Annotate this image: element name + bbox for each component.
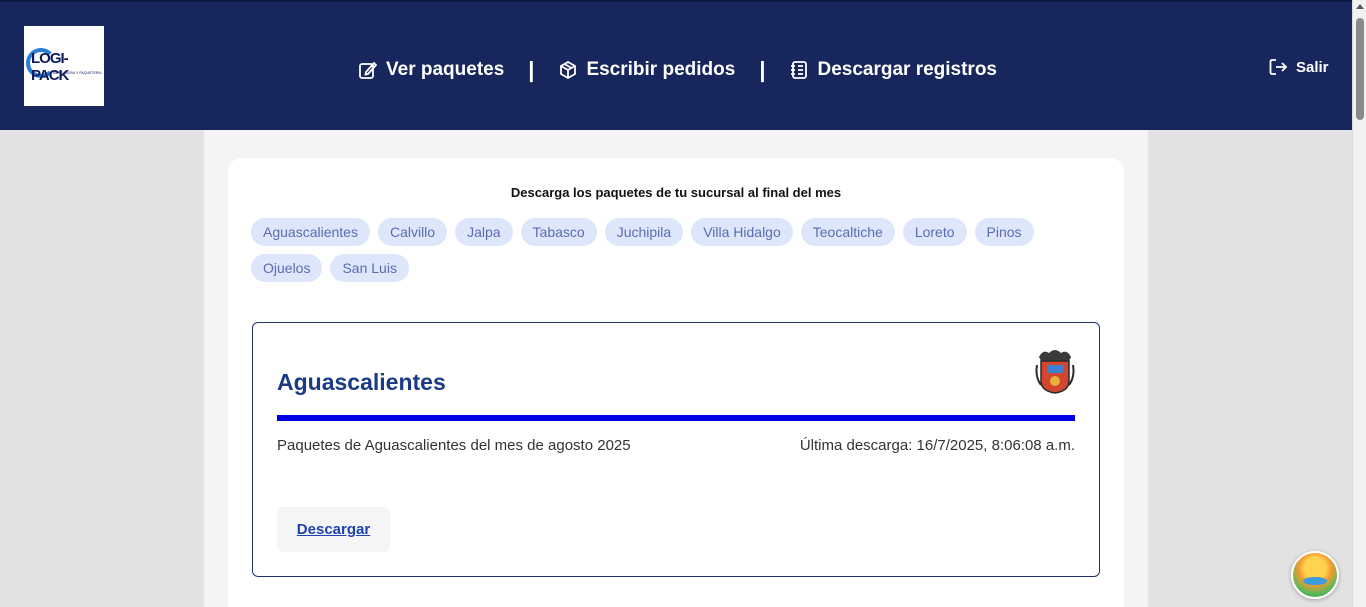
branch-detail-card: Aguascalientes Paquetes de Aguascaliente… xyxy=(252,322,1100,577)
logout-label: Salir xyxy=(1296,58,1329,76)
logo-text: LOGI-PACK xyxy=(31,50,69,84)
nav-separator: | xyxy=(759,57,766,82)
logo-mark: LOGI-PACK MENSAJERIA Y PAQUETERIA xyxy=(25,46,103,86)
branch-chip[interactable]: Loreto xyxy=(902,218,967,246)
card-title: Descarga los paquetes de tu sucursal al … xyxy=(510,185,842,200)
logi-pack-logo[interactable]: LOGI-PACK MENSAJERIA Y PAQUETERIA xyxy=(24,26,104,106)
notebook-icon xyxy=(791,61,808,79)
floating-beach-icon[interactable] xyxy=(1291,551,1339,599)
branch-chip[interactable]: Ojuelos xyxy=(251,254,323,282)
nav-descargar-registros[interactable]: Descargar registros xyxy=(789,59,997,81)
logo-subtitle: MENSAJERIA Y PAQUETERIA xyxy=(53,71,102,75)
nav-ver-paquetes[interactable]: Ver paquetes xyxy=(358,59,504,81)
scrollbar-thumb[interactable] xyxy=(1356,18,1364,120)
logout-button[interactable]: Salir xyxy=(1268,57,1329,77)
nav-separator: | xyxy=(528,57,535,82)
top-navbar: LOGI-PACK MENSAJERIA Y PAQUETERIA Ver pa… xyxy=(0,0,1352,130)
logout-icon xyxy=(1269,59,1288,75)
nav-descargar-registros-label: Descargar registros xyxy=(817,59,998,80)
nav-escribir-pedidos[interactable]: Escribir pedidos xyxy=(558,59,735,81)
nav-ver-paquetes-label: Ver paquetes xyxy=(386,59,505,80)
scroll-up-icon[interactable] xyxy=(1356,4,1364,9)
branch-chip[interactable]: Calvillo xyxy=(377,218,448,246)
download-button[interactable]: Descargar xyxy=(277,507,390,552)
branch-chip[interactable]: Aguascalientes xyxy=(251,218,370,246)
branch-divider xyxy=(277,415,1075,421)
branch-chip[interactable]: Pinos xyxy=(974,218,1034,246)
branch-chip[interactable]: Juchipila xyxy=(604,218,684,246)
main-content: Descarga los paquetes de tu sucursal al … xyxy=(204,130,1148,607)
branch-chip[interactable]: Jalpa xyxy=(455,218,513,246)
coat-of-arms-icon xyxy=(1035,350,1075,394)
vertical-scrollbar[interactable] xyxy=(1352,0,1366,607)
branch-chip[interactable]: Tabasco xyxy=(520,218,597,246)
downloads-card: Descarga los paquetes de tu sucursal al … xyxy=(228,158,1124,607)
branch-chip-list: Aguascalientes Calvillo Jalpa Tabasco Ju… xyxy=(251,218,1071,290)
branch-name: Aguascalientes xyxy=(277,369,446,395)
last-download-text: Última descarga: 16/7/2025, 8:06:08 a.m. xyxy=(799,437,1075,454)
branch-description: Paquetes de Aguascalientes del mes de ag… xyxy=(277,437,631,454)
branch-chip[interactable]: San Luis xyxy=(330,254,409,282)
main-nav: Ver paquetes | Escribir pedidos | Descar… xyxy=(358,54,997,86)
branch-chip[interactable]: Teocaltiche xyxy=(800,218,895,246)
edit-icon xyxy=(359,61,378,79)
box-icon xyxy=(560,60,577,80)
nav-escribir-pedidos-label: Escribir pedidos xyxy=(586,59,736,80)
branch-chip[interactable]: Villa Hidalgo xyxy=(691,218,793,246)
